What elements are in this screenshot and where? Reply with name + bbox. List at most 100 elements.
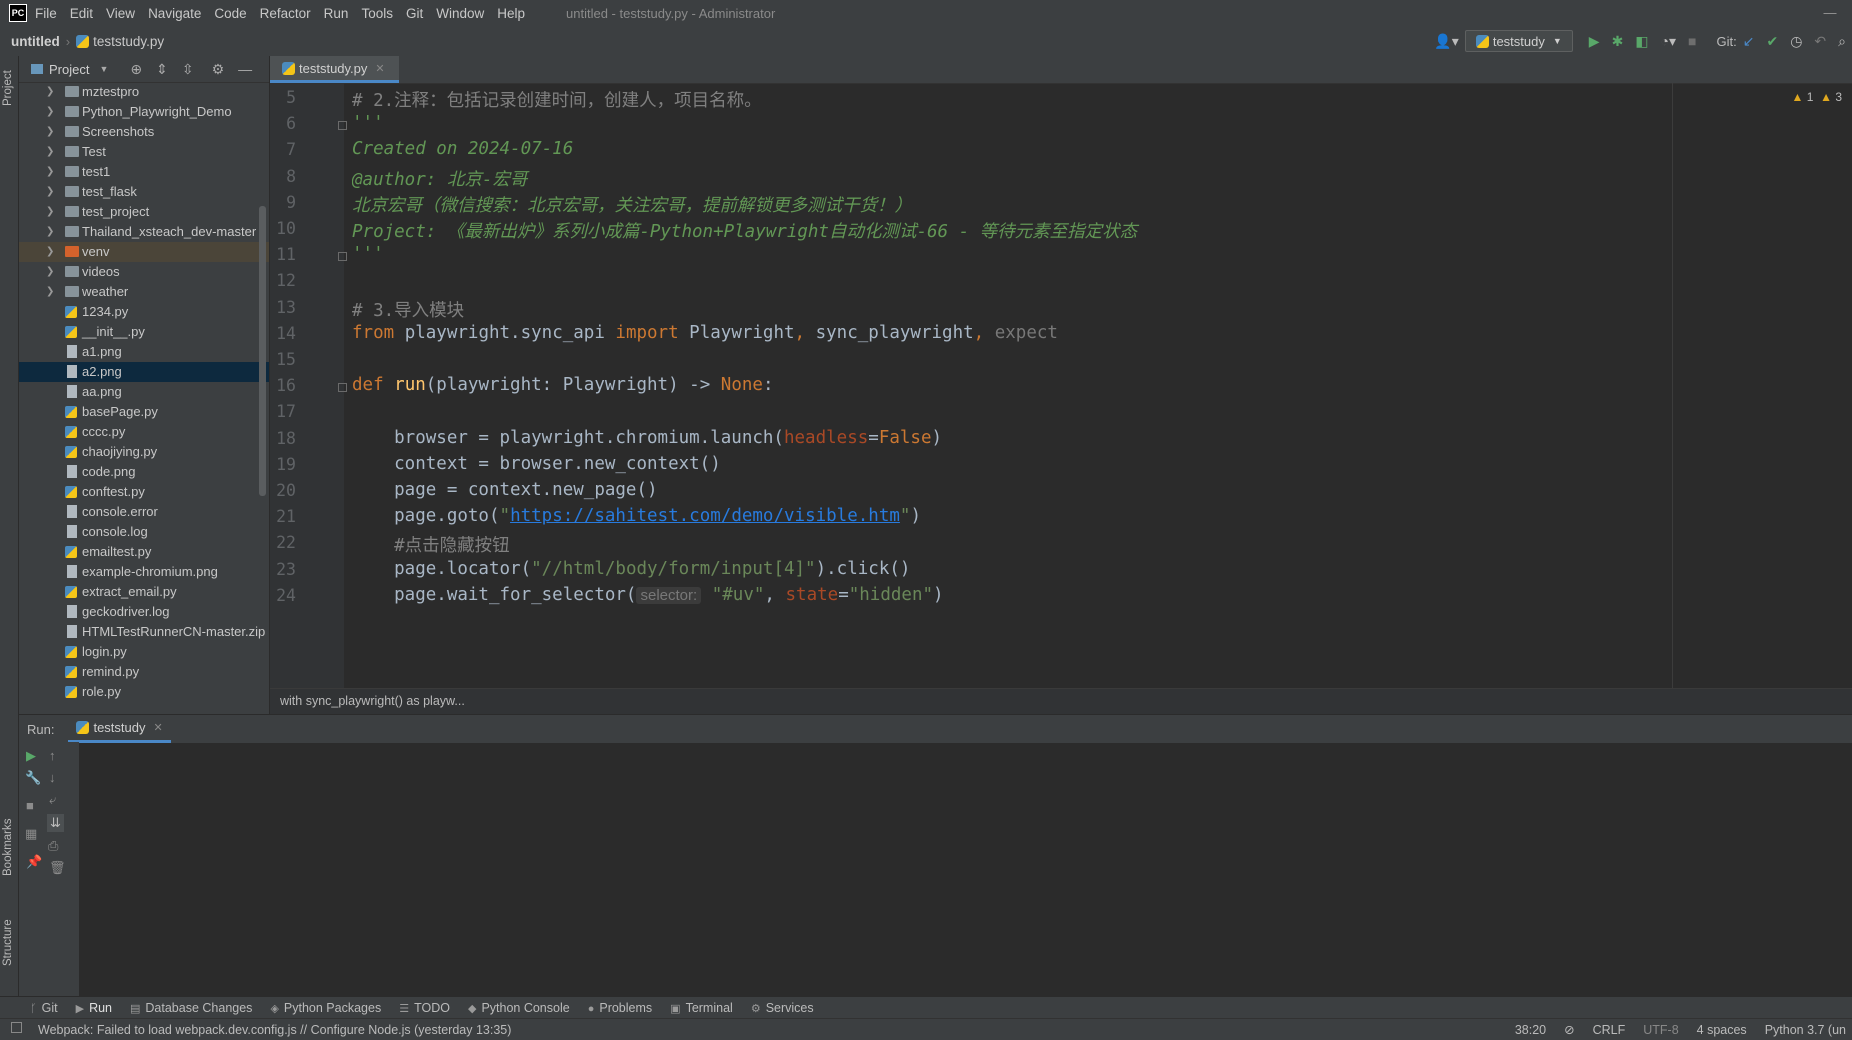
- menu-item-git[interactable]: Git: [406, 6, 423, 21]
- tree-item[interactable]: console.error: [19, 502, 269, 522]
- gear-icon[interactable]: ⚙: [212, 61, 225, 78]
- menu-item-code[interactable]: Code: [214, 6, 246, 21]
- chevron-right-icon[interactable]: ❯: [46, 242, 54, 262]
- fold-marker-icon[interactable]: [338, 121, 347, 131]
- file-encoding[interactable]: UTF-8: [1643, 1023, 1678, 1037]
- menu-item-navigate[interactable]: Navigate: [148, 6, 201, 21]
- chevron-down-icon[interactable]: ▼: [99, 64, 108, 74]
- tree-item[interactable]: ❯ venv: [19, 242, 269, 262]
- tree-item[interactable]: emailtest.py: [19, 542, 269, 562]
- line-separator[interactable]: CRLF: [1593, 1023, 1626, 1037]
- history-icon[interactable]: ◷: [1790, 33, 1802, 50]
- tree-item[interactable]: basePage.py: [19, 402, 269, 422]
- editor-breadcrumb[interactable]: with sync_playwright() as playw...: [270, 688, 1852, 714]
- rerun-icon[interactable]: ▶: [26, 748, 36, 764]
- scroll-to-end-icon[interactable]: ⇊: [47, 814, 64, 832]
- chevron-right-icon[interactable]: ❯: [46, 262, 54, 282]
- tool-window-services[interactable]: ⚙ Services: [751, 1001, 814, 1015]
- tree-item[interactable]: cccc.py: [19, 422, 269, 442]
- tree-item[interactable]: chaojiying.py: [19, 442, 269, 462]
- chevron-right-icon[interactable]: ❯: [46, 142, 54, 162]
- editor-tab-teststudy[interactable]: teststudy.py ✕: [270, 56, 399, 83]
- menu-item-tools[interactable]: Tools: [361, 6, 393, 21]
- tree-item[interactable]: 1234.py: [19, 302, 269, 322]
- menu-item-refactor[interactable]: Refactor: [260, 6, 311, 21]
- profile-icon[interactable]: ◔▾: [1661, 33, 1676, 50]
- tree-item[interactable]: console.log: [19, 522, 269, 542]
- pin-icon[interactable]: 📌: [26, 854, 42, 870]
- breadcrumb-project[interactable]: untitled: [11, 34, 60, 49]
- tool-window-terminal[interactable]: ▣ Terminal: [670, 1001, 733, 1015]
- up-arrow-icon[interactable]: ↑: [49, 748, 56, 763]
- tool-window-database-changes[interactable]: ▤ Database Changes: [130, 1001, 252, 1015]
- search-icon[interactable]: ⌕: [1838, 33, 1846, 50]
- collapse-all-icon[interactable]: ⇳: [182, 61, 194, 78]
- soft-wrap-icon[interactable]: ⤶: [49, 792, 56, 808]
- tool-window-python-packages[interactable]: ◈ Python Packages: [270, 1001, 381, 1015]
- trash-icon[interactable]: 🗑: [49, 860, 66, 876]
- fold-marker-icon[interactable]: [338, 383, 347, 393]
- tree-item[interactable]: remind.py: [19, 662, 269, 682]
- locate-icon[interactable]: ⊕: [130, 61, 142, 78]
- tree-item[interactable]: login.py: [19, 642, 269, 662]
- debug-icon[interactable]: ✱: [1612, 33, 1624, 50]
- bookmarks-tool-tab[interactable]: Bookmarks: [2, 818, 14, 876]
- tool-window-git[interactable]: ᚴ Git: [30, 1001, 58, 1015]
- menu-item-window[interactable]: Window: [436, 6, 484, 21]
- event-log-icon[interactable]: [11, 1022, 22, 1033]
- tree-item[interactable]: a2.png: [19, 362, 269, 382]
- print-icon[interactable]: ⎙: [48, 838, 58, 854]
- chevron-right-icon[interactable]: ❯: [46, 222, 54, 242]
- tree-item[interactable]: extract_email.py: [19, 582, 269, 602]
- tree-item[interactable]: ❯ Test: [19, 142, 269, 162]
- project-tool-tab[interactable]: Project: [2, 70, 14, 106]
- close-icon[interactable]: ✕: [154, 721, 163, 734]
- wrench-icon[interactable]: 🔧: [25, 770, 41, 786]
- menu-item-help[interactable]: Help: [497, 6, 525, 21]
- tree-item[interactable]: HTMLTestRunnerCN-master.zip: [19, 622, 269, 642]
- git-commit-icon[interactable]: ✔: [1766, 33, 1778, 50]
- tree-item[interactable]: ❯ test1: [19, 162, 269, 182]
- tree-item[interactable]: ❯ test_project: [19, 202, 269, 222]
- tree-item[interactable]: ❯ Python_Playwright_Demo: [19, 102, 269, 122]
- tree-item[interactable]: conftest.py: [19, 482, 269, 502]
- run-config-selector[interactable]: teststudy ▼: [1464, 30, 1573, 52]
- tree-item[interactable]: ❯ Thailand_xsteach_dev-master: [19, 222, 269, 242]
- chevron-right-icon[interactable]: ❯: [46, 182, 54, 202]
- menu-item-edit[interactable]: Edit: [70, 6, 93, 21]
- tool-window-todo[interactable]: ☰ TODO: [399, 1001, 450, 1015]
- status-message[interactable]: Webpack: Failed to load webpack.dev.conf…: [38, 1023, 511, 1037]
- tree-item[interactable]: geckodriver.log: [19, 602, 269, 622]
- menu-item-file[interactable]: File: [35, 6, 57, 21]
- stop-icon[interactable]: ■: [26, 798, 34, 813]
- menu-item-run[interactable]: Run: [324, 6, 349, 21]
- tree-item[interactable]: example-chromium.png: [19, 562, 269, 582]
- tree-item[interactable]: ❯ Screenshots: [19, 122, 269, 142]
- chevron-right-icon[interactable]: ❯: [46, 122, 54, 142]
- user-icon[interactable]: 👤▾: [1434, 33, 1458, 50]
- inspection-widget[interactable]: ▲ 1 ▲ 3: [1791, 90, 1842, 104]
- code-area[interactable]: # 2.注释：包括记录创建时间，创建人，项目名称。 ''' Created on 2…: [352, 83, 1742, 688]
- tree-item[interactable]: __init__.py: [19, 322, 269, 342]
- chevron-right-icon[interactable]: ❯: [46, 202, 54, 222]
- caret-position[interactable]: 38:20: [1515, 1023, 1546, 1037]
- tool-window-problems[interactable]: ● Problems: [588, 1001, 652, 1015]
- tree-item[interactable]: code.png: [19, 462, 269, 482]
- coverage-icon[interactable]: ◧: [1635, 33, 1648, 50]
- chevron-right-icon[interactable]: ❯: [46, 162, 54, 182]
- tree-item[interactable]: aa.png: [19, 382, 269, 402]
- tree-item[interactable]: role.py: [19, 682, 269, 702]
- project-panel-title[interactable]: Project: [49, 62, 89, 77]
- tree-item[interactable]: ❯ videos: [19, 262, 269, 282]
- tree-item[interactable]: ❯ test_flask: [19, 182, 269, 202]
- git-update-icon[interactable]: ↙: [1743, 33, 1755, 50]
- chevron-right-icon[interactable]: ❯: [46, 102, 54, 122]
- layout-icon[interactable]: ▦: [25, 826, 37, 842]
- run-icon[interactable]: ▶: [1589, 33, 1600, 50]
- stop-icon[interactable]: ■: [1688, 33, 1696, 49]
- python-interpreter[interactable]: Python 3.7 (un: [1765, 1023, 1846, 1037]
- tree-scrollbar[interactable]: [259, 206, 266, 496]
- readonly-icon[interactable]: ⊘: [1564, 1022, 1574, 1037]
- menu-item-view[interactable]: View: [106, 6, 135, 21]
- structure-tool-tab[interactable]: Structure: [2, 919, 14, 966]
